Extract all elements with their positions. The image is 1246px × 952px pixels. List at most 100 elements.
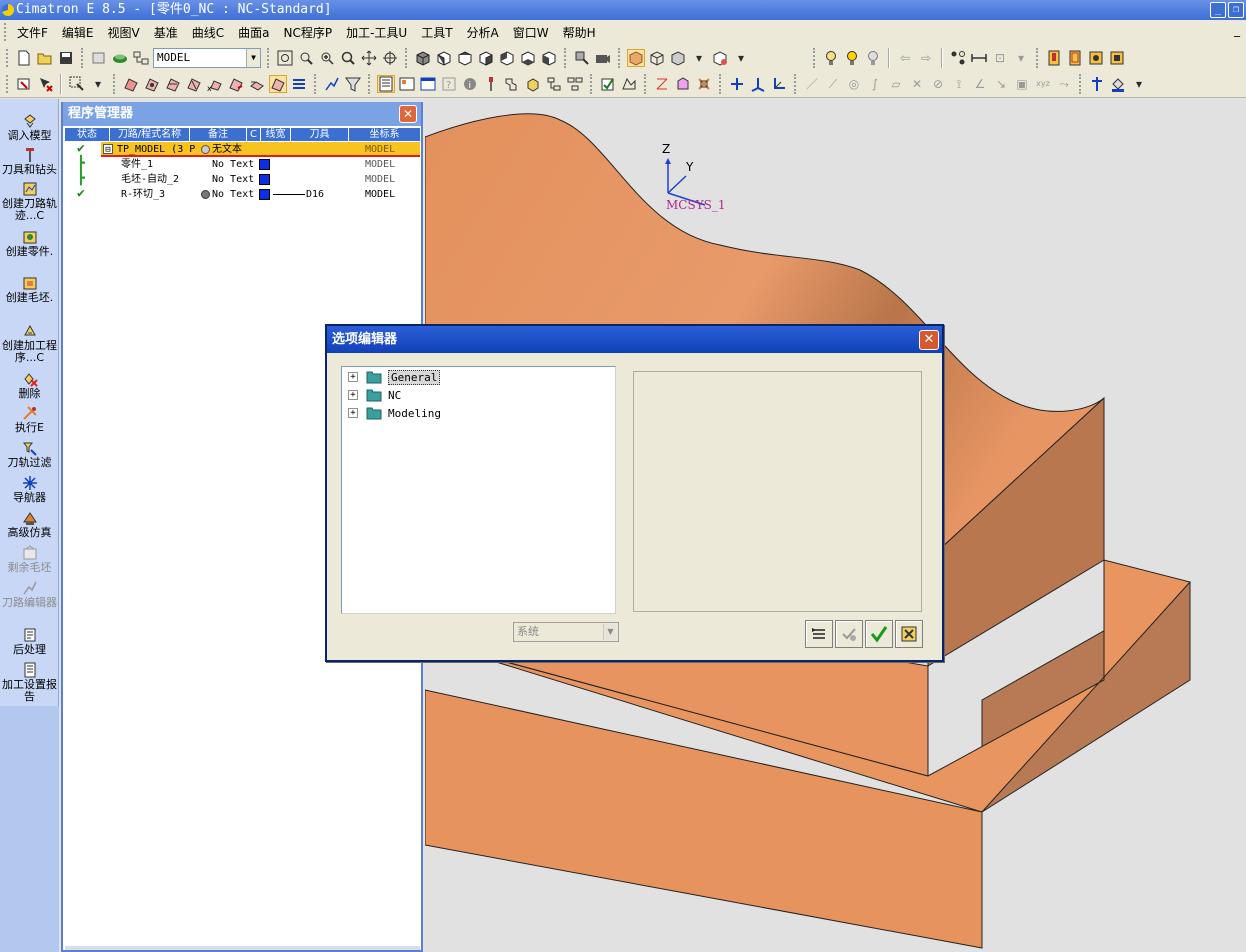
light-bulb-off-icon[interactable] — [864, 49, 882, 67]
connect-icon[interactable]: ⤳ — [1055, 75, 1073, 93]
menu-curve[interactable]: 曲线C — [185, 24, 231, 41]
sidebar-item-setup-report[interactable]: 加工设置报告 — [0, 662, 59, 703]
model-select[interactable]: MODEL ▼ — [153, 47, 261, 68]
sidebar-item-remaining-stock[interactable]: 剩余毛坯 — [0, 545, 59, 574]
sidebar-item-create-stock[interactable]: 创建毛坯. — [0, 275, 59, 304]
surface-select-6-icon[interactable] — [227, 75, 245, 93]
expand-icon[interactable]: + — [348, 408, 358, 418]
tree-item-label[interactable]: NC — [388, 389, 401, 402]
info-icon[interactable]: i — [461, 75, 479, 93]
measure-icon[interactable] — [970, 49, 988, 67]
sidebar-item-advanced-simulation[interactable]: 高级仿真 — [0, 510, 59, 539]
chevron-down-icon[interactable]: ▾ — [89, 75, 107, 93]
chevron-down-icon[interactable]: ▾ — [1130, 75, 1148, 93]
model-tree-icon[interactable] — [132, 49, 150, 67]
wireframe-mode-icon[interactable] — [648, 49, 666, 67]
menu-window[interactable]: 窗口W — [506, 24, 556, 41]
sketch-2-icon[interactable] — [674, 75, 692, 93]
zoom-icon[interactable] — [339, 49, 357, 67]
ucs-3-icon[interactable] — [770, 75, 788, 93]
surface-select-active-icon[interactable] — [269, 75, 287, 93]
arc-icon[interactable]: ∫ — [866, 75, 884, 93]
help-icon[interactable]: ? — [440, 75, 458, 93]
column-header-tool[interactable]: 刀具 — [291, 128, 349, 141]
ucs-2-icon[interactable] — [749, 75, 767, 93]
sidebar-item-tools-drills[interactable]: 刀具和钻头 — [0, 147, 59, 176]
nc-guide-2-icon[interactable] — [1066, 49, 1084, 67]
close-icon[interactable]: ✕ — [919, 330, 939, 350]
column-header-status[interactable]: 状态 — [65, 128, 110, 141]
column-header-linewidth[interactable]: 线宽 — [261, 128, 291, 141]
tree-expand-icon[interactable] — [545, 75, 563, 93]
surface-select-3-icon[interactable] — [164, 75, 182, 93]
minimize-button[interactable]: _ — [1210, 2, 1226, 18]
column-header-coordsys[interactable]: 坐标系 — [349, 128, 420, 141]
surface-select-1-icon[interactable] — [122, 75, 140, 93]
menu-machining-tools[interactable]: 加工-工具U — [339, 24, 414, 41]
sidebar-item-create-toolpath[interactable]: 创建刀路轨迹...C — [0, 181, 59, 222]
table-row[interactable]: ┣ 毛坯-自动_2 No Text MODEL — [65, 172, 420, 187]
sidebar-item-delete[interactable]: 删除 — [0, 371, 59, 400]
expand-icon[interactable]: + — [348, 372, 358, 382]
nc-window-icon[interactable] — [419, 75, 437, 93]
chevron-down-icon[interactable]: ▾ — [732, 49, 750, 67]
view-top-icon[interactable] — [456, 49, 474, 67]
view-right-icon[interactable] — [477, 49, 495, 67]
sidebar-item-toolpath-filter[interactable]: 刀轨过滤 — [0, 440, 59, 469]
sidebar-item-execute[interactable]: 执行E — [0, 405, 59, 434]
chevron-down-icon[interactable]: ▾ — [690, 49, 708, 67]
zoom-all-icon[interactable] — [276, 49, 294, 67]
save-icon[interactable] — [57, 49, 75, 67]
tree-item-label[interactable]: General — [388, 369, 441, 385]
filter-icon[interactable] — [344, 75, 362, 93]
chevron-down-icon[interactable]: ▾ — [1012, 49, 1030, 67]
split-icon[interactable]: ⟟ — [950, 75, 968, 93]
ok-button[interactable] — [865, 620, 893, 648]
sidebar-item-create-part[interactable]: 创建零件. — [0, 229, 59, 258]
arrow-left-icon[interactable]: ⇦ — [896, 49, 914, 67]
menu-surface[interactable]: 曲面a — [231, 24, 276, 41]
polyline-icon[interactable]: ⟋ — [824, 75, 842, 93]
view-bottom-icon[interactable] — [519, 49, 537, 67]
table-row[interactable]: ✔ R-环切_3 No Text D16 MODEL — [65, 187, 420, 202]
ucs-1-icon[interactable] — [728, 75, 746, 93]
light-bulb-on-icon[interactable] — [843, 49, 861, 67]
contour-icon[interactable] — [620, 75, 638, 93]
sidebar-item-post-process[interactable]: 后处理 — [0, 627, 59, 656]
surface-select-7-icon[interactable] — [248, 75, 266, 93]
horizontal-scrollbar[interactable] — [65, 946, 420, 950]
menu-help[interactable]: 帮助H — [556, 24, 603, 41]
render-options-icon[interactable] — [711, 49, 729, 67]
menu-tools[interactable]: 工具T — [414, 24, 459, 41]
sketch-1-icon[interactable] — [653, 75, 671, 93]
new-file-icon[interactable] — [15, 49, 33, 67]
stock-icon[interactable] — [524, 75, 542, 93]
angle-icon[interactable]: ∠ — [971, 75, 989, 93]
menu-edit[interactable]: 编辑E — [55, 24, 101, 41]
chevron-down-icon[interactable]: ▼ — [246, 48, 260, 67]
view-front-icon[interactable] — [435, 49, 453, 67]
color-swatch[interactable] — [259, 159, 270, 170]
toolbar-grip[interactable] — [6, 75, 10, 93]
camera-icon[interactable] — [594, 49, 612, 67]
sketch-3-icon[interactable] — [695, 75, 713, 93]
circle-icon[interactable]: ◎ — [845, 75, 863, 93]
pan-icon[interactable] — [360, 49, 378, 67]
sidebar-item-create-procedure[interactable]: 创建加工程序...C — [0, 323, 59, 364]
zoom-window-icon[interactable] — [297, 49, 315, 67]
menu-file[interactable]: 文件F — [10, 24, 55, 41]
expand-icon[interactable]: + — [348, 390, 358, 400]
toolbar-grip[interactable] — [4, 23, 8, 41]
shaded-mode-icon[interactable] — [627, 48, 645, 67]
column-header-c[interactable]: C — [247, 128, 261, 141]
surface-select-5-icon[interactable]: x — [206, 75, 224, 93]
deselect-icon[interactable] — [36, 75, 54, 93]
tool-icon[interactable] — [482, 75, 500, 93]
edit-check-icon[interactable] — [599, 75, 617, 93]
sidebar-item-toolpath-editor[interactable]: 刀路编辑器 — [0, 580, 59, 609]
offset-icon[interactable]: ▱ — [887, 75, 905, 93]
display-mode-icon[interactable] — [669, 49, 687, 67]
menu-datum[interactable]: 基准 — [147, 24, 185, 41]
nc-guide-4-icon[interactable] — [1108, 49, 1126, 67]
view-manager-icon[interactable] — [573, 49, 591, 67]
